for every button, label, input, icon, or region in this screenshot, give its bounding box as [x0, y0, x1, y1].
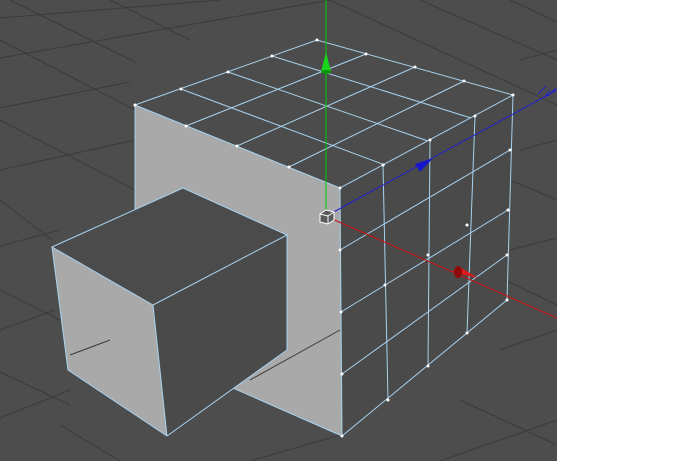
- blank-side-panel: [557, 0, 696, 461]
- 3d-viewport[interactable]: [0, 0, 557, 461]
- gizmo-center-cube-icon[interactable]: [319, 209, 335, 225]
- y-axis-arrow-base: [321, 70, 331, 74]
- x-axis-arrow-base: [454, 266, 462, 278]
- scene-canvas[interactable]: [0, 0, 557, 461]
